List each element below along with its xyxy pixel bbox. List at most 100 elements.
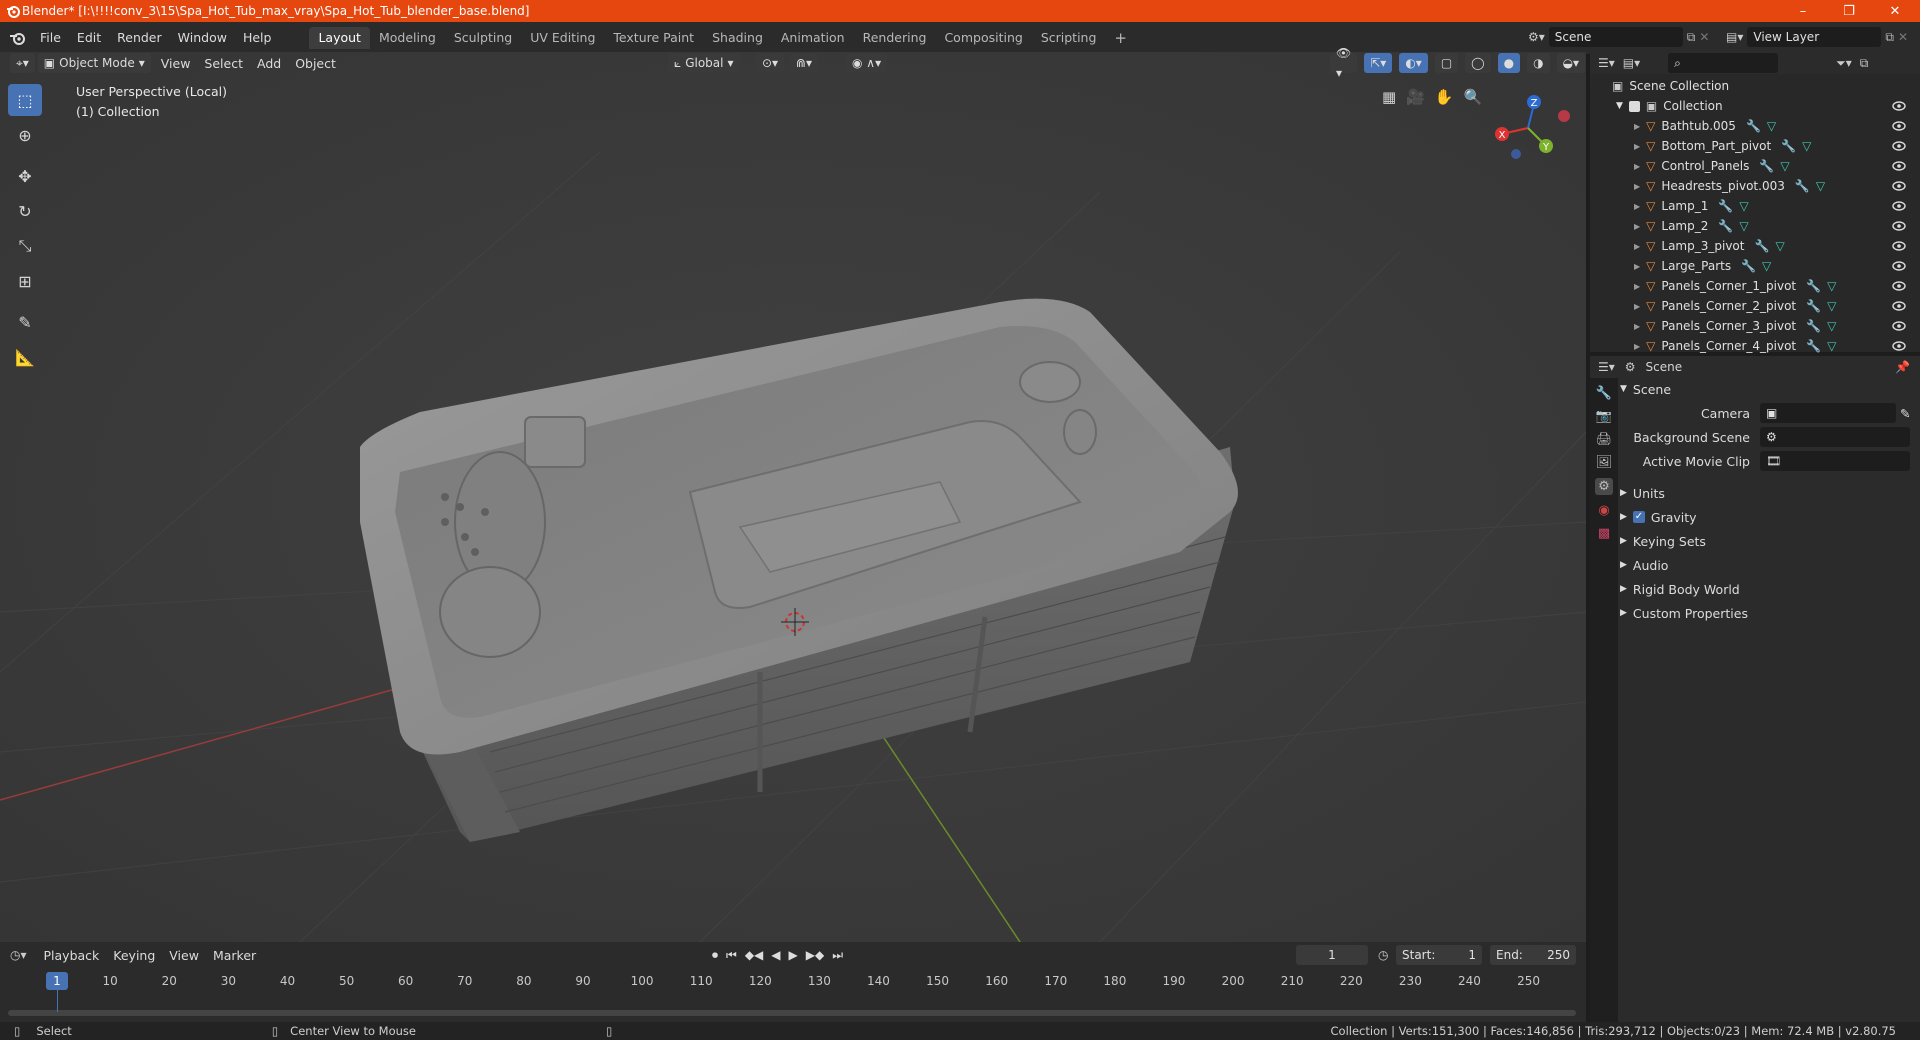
collapse-arrow-icon[interactable]: ▼ <box>1616 101 1623 111</box>
transform-tool[interactable]: ⊞ <box>8 265 42 297</box>
camera-view-icon[interactable]: 🎥 <box>1406 88 1425 106</box>
outliner-collection[interactable]: ▼ ▣ Collection <box>1590 96 1920 116</box>
add-workspace-icon[interactable]: + <box>1105 27 1136 49</box>
editor-type-button[interactable]: ⌖▾ <box>10 53 35 73</box>
eye-icon[interactable] <box>1892 161 1906 171</box>
shading-rendered[interactable]: ◒▾ <box>1556 53 1586 73</box>
mesh-data-icon[interactable]: ▽ <box>1827 319 1836 333</box>
overlay-toggle[interactable]: ◐▾ <box>1399 53 1428 73</box>
eye-icon[interactable] <box>1892 321 1906 331</box>
gizmo-toggle[interactable]: ⇱▾ <box>1364 53 1393 73</box>
wrench-icon[interactable]: 🔧 <box>1795 179 1810 193</box>
outliner-object-row[interactable]: ▶ ▽ Panels_Corner_4_pivot 🔧 ▽ <box>1590 336 1920 356</box>
select-box-tool[interactable]: ⬚ <box>8 84 42 116</box>
wrench-icon[interactable]: 🔧 <box>1759 159 1774 173</box>
properties-editor-icon[interactable]: ☰▾ <box>1598 360 1615 374</box>
menu-object[interactable]: Object <box>288 56 343 71</box>
neg-z-axis-handle[interactable] <box>1511 149 1521 159</box>
camera-field[interactable]: ▣ <box>1760 403 1896 423</box>
outliner-object-row[interactable]: ▶ ▽ Panels_Corner_1_pivot 🔧 ▽ <box>1590 276 1920 296</box>
shading-wireframe[interactable]: ◯ <box>1465 53 1491 73</box>
pan-hand-icon[interactable]: ✋ <box>1435 88 1454 106</box>
mesh-data-icon[interactable]: ▽ <box>1827 339 1836 353</box>
custom-properties-section[interactable]: ▶ Custom Properties <box>1620 602 1918 624</box>
expand-arrow-icon[interactable]: ▶ <box>1634 222 1640 231</box>
audio-section[interactable]: ▶ Audio <box>1620 554 1918 576</box>
scale-tool[interactable]: ⤡ <box>8 230 42 262</box>
delete-scene-icon[interactable]: ✕ <box>1699 30 1709 44</box>
maximize-button[interactable]: ❐ <box>1826 0 1872 22</box>
eye-icon[interactable] <box>1892 201 1906 211</box>
zoom-icon[interactable]: 🔍 <box>1464 88 1483 106</box>
movie-clip-field[interactable]: 🎞 <box>1760 451 1910 471</box>
eye-icon[interactable] <box>1892 261 1906 271</box>
outliner-object-row[interactable]: ▶ ▽ Panels_Corner_2_pivot 🔧 ▽ <box>1590 296 1920 316</box>
current-frame-field[interactable]: 1 <box>1296 945 1368 965</box>
expand-arrow-icon[interactable]: ▶ <box>1634 142 1640 151</box>
units-section[interactable]: ▶ Units <box>1620 482 1918 504</box>
outliner-object-row[interactable]: ▶ ▽ Large_Parts 🔧 ▽ <box>1590 256 1920 276</box>
eye-icon[interactable] <box>1892 281 1906 291</box>
rigid-body-world-section[interactable]: ▶ Rigid Body World <box>1620 578 1918 600</box>
outliner-search-input[interactable]: ⌕ <box>1668 53 1779 73</box>
wrench-icon[interactable]: 🔧 <box>1746 119 1761 133</box>
menu-timeline-view[interactable]: View <box>162 948 206 963</box>
start-frame-field[interactable]: Start: 1 <box>1396 945 1482 965</box>
outliner-scene-collection[interactable]: ▣ Scene Collection <box>1590 76 1920 96</box>
outliner-object-row[interactable]: ▶ ▽ Control_Panels 🔧 ▽ <box>1590 156 1920 176</box>
menu-edit[interactable]: Edit <box>69 27 109 49</box>
scene-panel-header[interactable]: ▼ Scene <box>1620 378 1918 400</box>
mesh-data-icon[interactable]: ▽ <box>1739 219 1748 233</box>
expand-arrow-icon[interactable]: ▶ <box>1634 342 1640 351</box>
menu-window[interactable]: Window <box>170 27 235 49</box>
wrench-icon[interactable]: 🔧 <box>1754 239 1769 253</box>
new-collection-icon[interactable]: ⧉ <box>1860 56 1869 71</box>
tab-uv-editing[interactable]: UV Editing <box>521 27 604 49</box>
display-mode-icon[interactable]: ▤▾ <box>1623 56 1640 70</box>
ortho-toggle-icon[interactable]: ▦ <box>1382 88 1396 106</box>
clock-icon[interactable]: ◷ <box>1378 948 1388 962</box>
expand-arrow-icon[interactable]: ▶ <box>1634 202 1640 211</box>
eyedropper-icon[interactable]: ✎ <box>1900 406 1910 421</box>
menu-add[interactable]: Add <box>250 56 288 71</box>
transform-orientation[interactable]: ⟀ Global ▾ <box>668 53 740 73</box>
mesh-data-icon[interactable]: ▽ <box>1767 119 1776 133</box>
mesh-data-icon[interactable]: ▽ <box>1816 179 1825 193</box>
pivot-button[interactable]: ⊙▾ <box>756 53 785 73</box>
annotate-tool[interactable]: ✎ <box>8 306 42 338</box>
next-keyframe-icon[interactable]: ▶◆ <box>806 948 824 963</box>
timeline-scrollbar[interactable] <box>8 1010 1576 1016</box>
menu-view[interactable]: View <box>154 56 198 71</box>
3d-viewport[interactable] <box>0 52 1586 942</box>
proportional-edit-button[interactable]: ◉ ∧▾ <box>846 53 888 73</box>
pin-icon[interactable]: 📌 <box>1895 360 1910 374</box>
wrench-icon[interactable]: 🔧 <box>1806 279 1821 293</box>
keying-sets-section[interactable]: ▶ Keying Sets <box>1620 530 1918 552</box>
minimize-button[interactable]: – <box>1780 0 1826 22</box>
blender-menu-icon[interactable] <box>8 30 26 46</box>
outliner-object-row[interactable]: ▶ ▽ Lamp_1 🔧 ▽ <box>1590 196 1920 216</box>
cursor-tool[interactable]: ⊕ <box>8 119 42 151</box>
visibility-button[interactable]: 👁▾ <box>1330 46 1358 80</box>
mesh-data-icon[interactable]: ▽ <box>1739 199 1748 213</box>
tab-rendering[interactable]: Rendering <box>854 27 936 49</box>
mesh-data-icon[interactable]: ▽ <box>1827 299 1836 313</box>
expand-arrow-icon[interactable]: ▶ <box>1634 322 1640 331</box>
end-frame-field[interactable]: End: 250 <box>1490 945 1576 965</box>
neg-y-axis-handle[interactable] <box>1558 110 1570 122</box>
mesh-data-icon[interactable]: ▽ <box>1762 259 1771 273</box>
wrench-icon[interactable]: 🔧 <box>1781 139 1796 153</box>
expand-arrow-icon[interactable]: ▶ <box>1634 282 1640 291</box>
expand-arrow-icon[interactable]: ▶ <box>1634 262 1640 271</box>
mesh-data-icon[interactable]: ▽ <box>1802 139 1811 153</box>
menu-keying[interactable]: Keying <box>106 948 162 963</box>
outliner-object-row[interactable]: ▶ ▽ Bathtub.005 🔧 ▽ <box>1590 116 1920 136</box>
new-view-layer-icon[interactable]: ⧉ <box>1885 30 1894 45</box>
mesh-data-icon[interactable]: ▽ <box>1780 159 1789 173</box>
scene-selector-icon[interactable]: ⚙▾ <box>1528 30 1545 44</box>
outliner-object-row[interactable]: ▶ ▽ Panels_Corner_3_pivot 🔧 ▽ <box>1590 316 1920 336</box>
mesh-data-icon[interactable]: ▽ <box>1775 239 1784 253</box>
expand-arrow-icon[interactable]: ▶ <box>1634 122 1640 131</box>
eye-icon[interactable] <box>1892 341 1906 351</box>
jump-start-icon[interactable]: ⏮ <box>726 948 737 963</box>
